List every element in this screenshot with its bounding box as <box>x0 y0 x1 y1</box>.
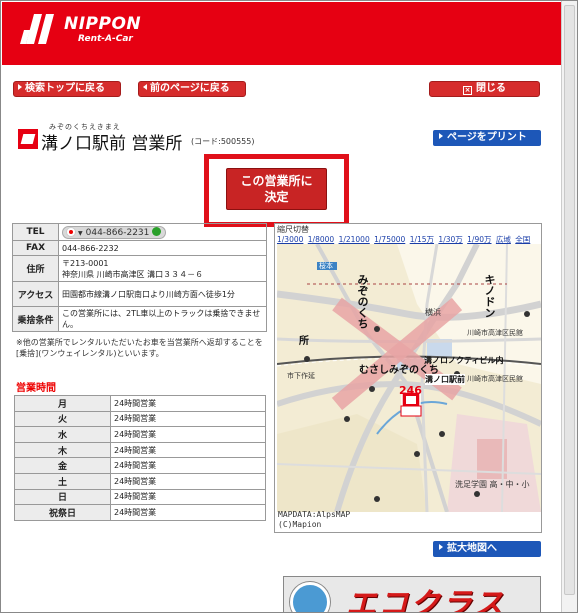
eco-mascot-icon <box>290 582 330 612</box>
office-title: 溝ノ口駅前 営業所 <box>41 134 183 154</box>
access-value: 田園都市線溝ノ口駅南口より川崎方面へ徒歩1分 <box>58 281 267 307</box>
address-label: 住所 <box>12 255 59 282</box>
decide-highlight: この営業所に 決定 <box>204 154 349 227</box>
phone-icon <box>152 226 162 236</box>
address-value: 神奈川県 川崎市高津区 溝口３３４－６ <box>62 269 204 279</box>
arrow-right-icon <box>439 133 443 139</box>
hours-table: 月 24時間営業 火 24時間営業 水 24時間営業 木 24時間営業 金 24時間営業 … <box>14 395 266 521</box>
fax-value: 044-866-2232 <box>58 240 267 256</box>
map-panel: 縮尺切替 1/3000 1/8000 1/21000 1/75000 1/15万… <box>274 223 542 533</box>
hours-row: 祝祭日 24時間営業 <box>14 504 266 521</box>
scale-link[interactable]: 1/75000 <box>374 235 405 244</box>
eco-banner-text: エコクラス <box>346 587 506 613</box>
browser-frame: NIPPON Rent-A-Car 検索トップに戻る 前のページに戻る × 閉じる… <box>0 0 578 613</box>
back-to-search-button[interactable]: 検索トップに戻る <box>13 81 121 97</box>
scale-link[interactable]: 1/3000 <box>277 235 303 244</box>
hours-row: 日 24時間営業 <box>14 488 266 506</box>
site-header: NIPPON Rent-A-Car <box>2 2 562 65</box>
tel-button[interactable]: ▼ 044-866-2231 <box>62 225 167 239</box>
hours-row: 土 24時間営業 <box>14 472 266 490</box>
hours-row: 水 24時間営業 <box>14 426 266 443</box>
scale-link[interactable]: 1/30万 <box>438 235 462 244</box>
enlarge-map-button[interactable]: 拡大地図へ <box>433 541 541 557</box>
fax-label: FAX <box>12 240 59 256</box>
hours-row: 月 24時間営業 <box>14 395 266 412</box>
map-office-marker-label: 溝ノ口駅前 <box>425 374 465 385</box>
one-way-note: ※他の営業所でレンタルいただいたお車を当営業所へ返却することを[乗捨](ワンウェ… <box>16 338 263 358</box>
back-prev-button[interactable]: 前のページに戻る <box>138 81 246 97</box>
brand-mini-icon <box>18 129 38 149</box>
map-label-kinodon: キノドン <box>483 274 496 318</box>
close-button[interactable]: × 閉じる <box>429 81 540 97</box>
office-info-table: TEL ▼ 044-866-2231 FAX 044-866-2232 住所 〒2… <box>12 223 267 332</box>
scale-link[interactable]: 1/8000 <box>308 235 334 244</box>
map-label-mizonokuchi: みぞのくち <box>356 274 369 329</box>
arrow-right-icon <box>439 544 443 550</box>
hours-row: 木 24時間営業 <box>14 441 266 459</box>
print-page-button[interactable]: ページをプリント <box>433 130 541 146</box>
tel-label: TEL <box>12 223 59 241</box>
arrow-right-icon <box>18 84 22 90</box>
hours-row: 火 24時間営業 <box>14 410 266 428</box>
logo-sub: Rent-A-Car <box>78 34 133 44</box>
condition-label: 乗捨条件 <box>12 306 59 332</box>
vertical-scrollbar[interactable] <box>561 1 577 612</box>
access-label: アクセス <box>12 281 59 307</box>
hours-row: 金 24時間営業 <box>14 457 266 474</box>
scale-link[interactable]: 1/90万 <box>467 235 491 244</box>
scale-link[interactable]: 1/21000 <box>339 235 370 244</box>
scale-link[interactable]: 広域 <box>496 235 511 244</box>
select-office-button[interactable]: この営業所に 決定 <box>226 168 327 210</box>
logo-name: NIPPON <box>64 14 142 34</box>
scale-link[interactable]: 全国 <box>515 235 530 244</box>
close-icon: × <box>463 86 472 95</box>
eco-class-banner[interactable]: エコクラス <box>283 576 541 613</box>
japan-flag-icon <box>67 227 75 236</box>
scrollbar-thumb[interactable] <box>564 5 575 595</box>
logo-mark-icon <box>20 14 54 44</box>
area-map[interactable]: 桜本 みぞのくち キノドン 横浜 川崎市高津区民館 川崎市高津区民館 所 むさし… <box>277 244 541 512</box>
arrow-left-icon <box>143 84 147 90</box>
postal-code: 〒213-0001 <box>62 258 109 268</box>
office-code: (コード:500555) <box>191 137 255 146</box>
nippon-rentacar-logo[interactable]: NIPPON Rent-A-Car <box>20 12 142 52</box>
scale-link[interactable]: 1/15万 <box>410 235 434 244</box>
condition-value: この営業所には、2TL車以上のトラックは乗捨できません。 <box>58 306 267 332</box>
hours-title: 営業時間 <box>16 383 56 394</box>
map-credit: MAPDATA:AlpsMAP (C)Mapion <box>278 510 351 529</box>
